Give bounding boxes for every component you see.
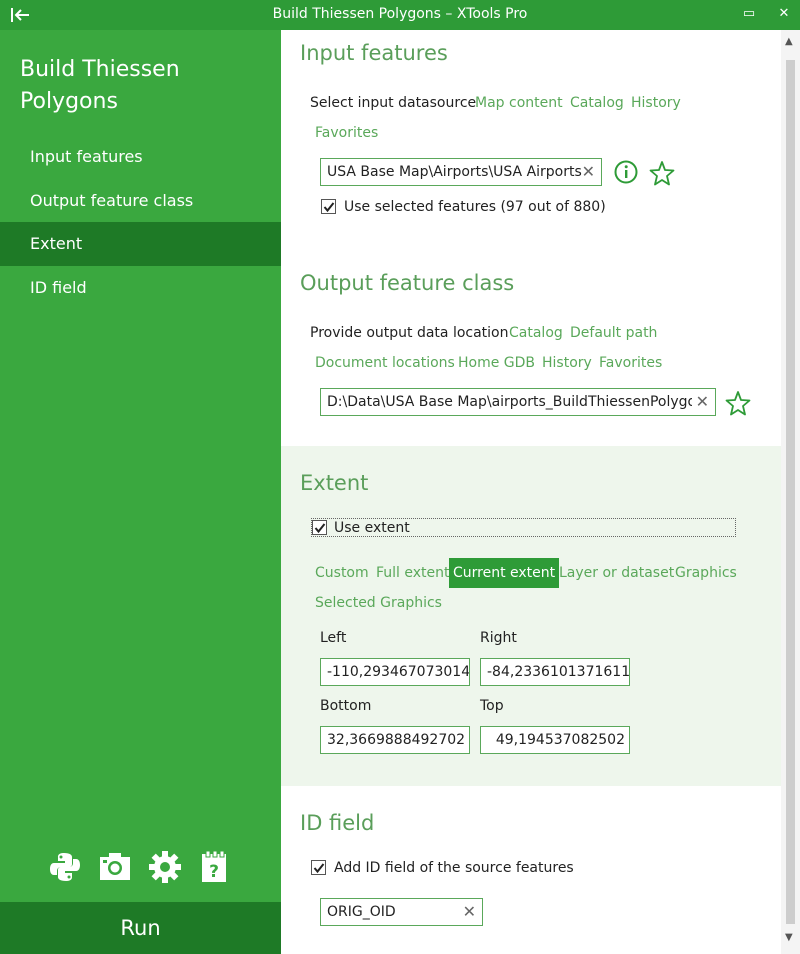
main-panel: Input features Select input datasource M… — [281, 30, 781, 954]
camera-icon[interactable] — [98, 850, 132, 884]
bottom-label: Bottom — [320, 698, 372, 714]
favorite-star-icon[interactable] — [649, 160, 675, 190]
input-datasource-value: USA Base Map\Airports\USA Airports — [327, 164, 582, 180]
title-bar: Build Thiessen Polygons – XTools Pro ▭ ✕ — [0, 0, 800, 30]
default-path-link[interactable]: Default path — [570, 325, 657, 341]
use-extent-label: Use extent — [334, 520, 410, 536]
extent-current-tab[interactable]: Current extent — [449, 558, 560, 588]
info-icon[interactable] — [613, 159, 639, 189]
scroll-up-icon[interactable]: ▲ — [785, 36, 793, 47]
output-history-link[interactable]: History — [542, 355, 592, 371]
left-label: Left — [320, 630, 347, 646]
output-path-field[interactable]: D:\Data\USA Base Map\airports_BuildThies… — [320, 388, 716, 416]
clear-output-icon[interactable]: ✕ — [691, 389, 709, 415]
tool-title-line1: Build Thiessen — [20, 57, 180, 82]
clear-input-icon[interactable]: ✕ — [582, 159, 595, 185]
python-icon[interactable] — [48, 850, 82, 884]
input-datasource-field[interactable]: USA Base Map\Airports\USA Airports ✕ — [320, 158, 602, 186]
clear-id-field-icon[interactable]: ✕ — [463, 899, 476, 925]
sidebar-item-extent[interactable]: Extent — [0, 222, 281, 266]
tool-title: Build Thiessen Polygons — [20, 54, 260, 118]
gear-icon[interactable] — [148, 850, 182, 884]
sidebar-item-output-feature-class[interactable]: Output feature class — [0, 179, 281, 223]
output-path-value: D:\Data\USA Base Map\airports_BuildThies… — [327, 394, 708, 410]
top-label: Top — [480, 698, 504, 714]
history-link[interactable]: History — [631, 95, 681, 111]
scroll-down-icon[interactable]: ▼ — [785, 932, 793, 943]
favorites-link[interactable]: Favorites — [315, 125, 378, 141]
map-content-link[interactable]: Map content — [475, 95, 563, 111]
vertical-scrollbar[interactable]: ▲ ▼ — [781, 30, 800, 954]
bottom-input[interactable]: 32,3669888492702 — [320, 726, 470, 754]
maximize-button[interactable]: ▭ — [740, 5, 758, 23]
extent-selected-graphics-tab[interactable]: Selected Graphics — [315, 595, 442, 611]
id-field-value: ORIG_OID — [327, 904, 396, 920]
extent-full-tab[interactable]: Full extent — [376, 565, 450, 581]
catalog-link[interactable]: Catalog — [570, 95, 624, 111]
output-feature-class-title: Output feature class — [300, 271, 515, 295]
right-input[interactable]: -84,2336101371611 — [480, 658, 630, 686]
add-id-checkbox[interactable] — [311, 860, 326, 875]
extent-custom-tab[interactable]: Custom — [315, 565, 369, 581]
window-title: Build Thiessen Polygons – XTools Pro — [272, 6, 528, 22]
extent-graphics-tab[interactable]: Graphics — [675, 565, 737, 581]
extent-title: Extent — [300, 471, 369, 495]
id-field-section: ID field Add ID field of the source feat… — [281, 786, 781, 954]
run-button[interactable]: Run — [0, 902, 281, 954]
help-icon[interactable]: ? — [198, 850, 232, 884]
id-field-input[interactable]: ORIG_OID ✕ — [320, 898, 483, 926]
use-extent-checkbox[interactable] — [312, 520, 327, 535]
close-button[interactable]: ✕ — [775, 5, 793, 23]
document-locations-link[interactable]: Document locations — [315, 355, 455, 371]
add-id-label: Add ID field of the source features — [334, 860, 574, 876]
use-selected-label: Use selected features (97 out of 880) — [344, 199, 606, 215]
extent-section: Extent Use extent Custom Full extent Cur… — [281, 446, 781, 786]
output-feature-class-section: Output feature class Provide output data… — [281, 250, 781, 446]
id-field-title: ID field — [300, 811, 375, 835]
use-selected-checkbox[interactable] — [321, 199, 336, 214]
sidebar-toolbar: ? — [48, 850, 238, 886]
svg-text:?: ? — [209, 862, 219, 882]
scroll-thumb[interactable] — [786, 60, 795, 924]
output-location-label: Provide output data location — [310, 325, 509, 341]
right-label: Right — [480, 630, 517, 646]
output-favorite-star-icon[interactable] — [725, 390, 751, 420]
top-input[interactable]: 49,194537082502 — [480, 726, 630, 754]
left-input[interactable]: -110,293467073014 — [320, 658, 470, 686]
input-features-title: Input features — [300, 41, 448, 65]
sidebar-item-id-field[interactable]: ID field — [0, 266, 281, 310]
sidebar-item-input-features[interactable]: Input features — [0, 135, 281, 179]
input-features-section: Input features Select input datasource M… — [281, 30, 781, 250]
extent-layer-tab[interactable]: Layer or dataset — [559, 565, 674, 581]
datasource-label: Select input datasource — [310, 95, 477, 111]
sidebar: Build Thiessen Polygons Input features O… — [0, 30, 281, 954]
output-catalog-link[interactable]: Catalog — [509, 325, 563, 341]
home-gdb-link[interactable]: Home GDB — [458, 355, 535, 371]
tool-title-line2: Polygons — [20, 89, 118, 114]
output-favorites-link[interactable]: Favorites — [599, 355, 662, 371]
